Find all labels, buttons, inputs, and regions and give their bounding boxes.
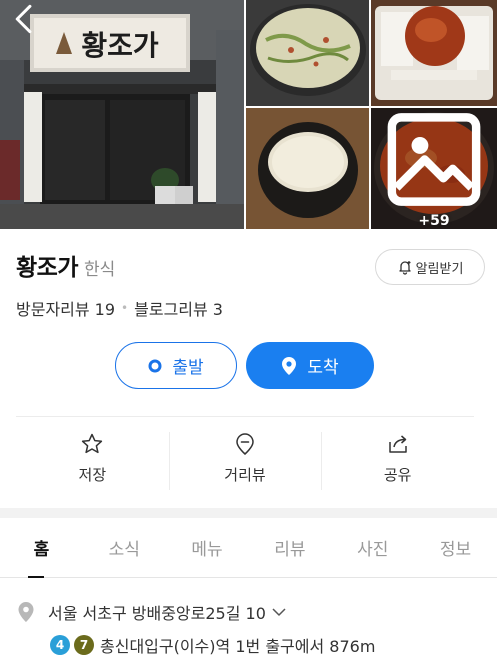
photo-gallery: 황조가 +59 — [0, 0, 497, 229]
share-button[interactable]: 공유 — [321, 418, 474, 496]
notify-label: 알림받기 — [415, 261, 464, 277]
review-counts: 방문자리뷰 19 • 블로그리뷰 3 — [16, 296, 223, 320]
back-button[interactable] — [8, 4, 38, 34]
storefront-photo[interactable]: 황조가 — [0, 0, 244, 229]
food-photo-tofu[interactable] — [371, 0, 497, 106]
food-photo-stew-more[interactable]: +59 — [371, 108, 497, 229]
tab-menu[interactable]: 메뉴 — [166, 518, 249, 577]
visitor-review-link[interactable]: 방문자리뷰 19 — [16, 296, 115, 320]
tab-bar: 홈 소식 메뉴 리뷰 사진 정보 — [0, 518, 497, 578]
location-pin-icon — [18, 602, 34, 622]
place-title-row: 황조가 한식 — [16, 248, 115, 282]
sign-text: 황조가 — [81, 29, 159, 62]
subway-line-4-badge: 4 — [50, 635, 70, 655]
location-pin-icon — [282, 356, 297, 375]
food-photo-pancake[interactable] — [246, 0, 369, 106]
subway-info: 4 7 총신대입구(이수)역 1번 출구에서 876m — [50, 633, 375, 657]
bell-plus-icon — [398, 261, 411, 275]
tab-photos[interactable]: 사진 — [331, 518, 414, 577]
route-end-label: 도착 — [307, 358, 339, 378]
separator-dot: • — [121, 301, 129, 315]
storefront-image: 황조가 — [0, 0, 244, 229]
action-row: 저장 거리뷰 공유 — [16, 418, 474, 496]
more-photos-count: +59 — [418, 213, 450, 229]
share-label: 공유 — [383, 466, 412, 484]
streetview-label: 거리뷰 — [224, 466, 266, 484]
save-label: 저장 — [78, 466, 107, 484]
image-icon — [387, 113, 481, 206]
section-separator — [0, 508, 497, 518]
pancake-image — [246, 0, 369, 106]
place-name: 황조가 — [16, 255, 78, 281]
subway-line-7-badge: 7 — [74, 635, 94, 655]
soup-image — [246, 108, 369, 229]
place-category: 한식 — [83, 260, 116, 280]
save-button[interactable]: 저장 — [16, 418, 169, 496]
address-row[interactable]: 서울 서초구 방배중앙로25길 10 — [16, 600, 287, 624]
route-start-label: 출발 — [172, 358, 204, 378]
origin-dot-icon — [148, 359, 162, 372]
subway-distance-text: 총신대입구(이수)역 1번 출구에서 876m — [100, 637, 376, 656]
streetview-icon — [236, 433, 254, 455]
address-text: 서울 서초구 방배중앙로25길 10 — [48, 604, 266, 623]
more-photos-overlay: +59 — [371, 108, 497, 229]
share-icon — [388, 435, 407, 453]
tab-home[interactable]: 홈 — [0, 518, 83, 578]
divider — [16, 416, 474, 417]
food-photo-soup[interactable] — [246, 108, 369, 229]
chevron-left-icon — [15, 4, 32, 34]
star-icon — [82, 433, 103, 454]
blog-review-link[interactable]: 블로그리뷰 3 — [134, 296, 223, 320]
tab-info[interactable]: 정보 — [414, 518, 497, 577]
tab-reviews[interactable]: 리뷰 — [248, 518, 331, 577]
tofu-image — [371, 0, 497, 106]
route-end-button[interactable]: 도착 — [246, 342, 374, 389]
streetview-button[interactable]: 거리뷰 — [168, 418, 322, 496]
route-start-button[interactable]: 출발 — [115, 342, 237, 389]
notify-button[interactable]: 알림받기 — [375, 249, 485, 285]
tab-news[interactable]: 소식 — [83, 518, 166, 577]
chevron-down-icon — [272, 608, 286, 616]
